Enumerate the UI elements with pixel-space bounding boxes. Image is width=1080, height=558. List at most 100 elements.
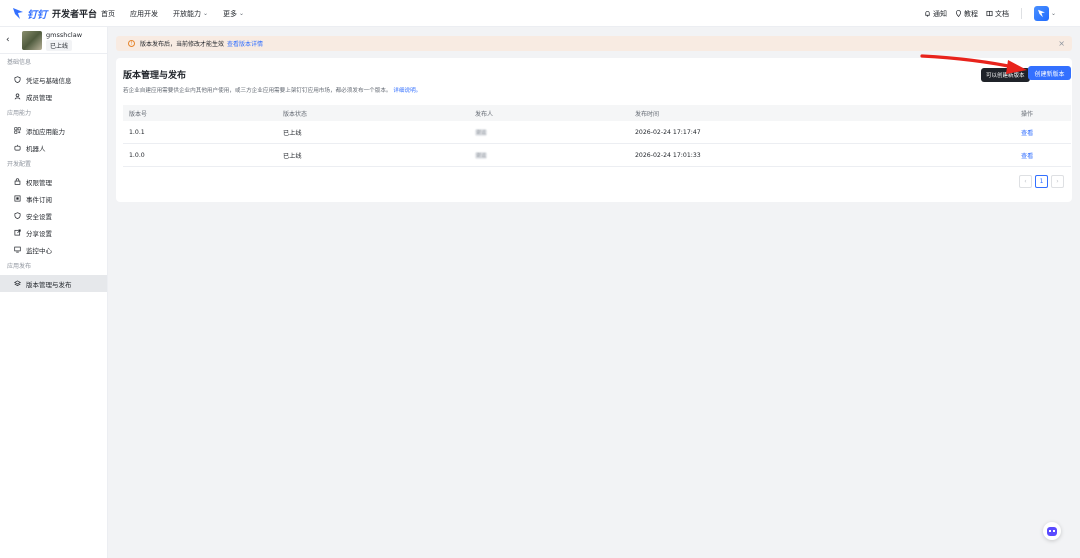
back-arrow-icon[interactable]: ‹ [6, 35, 10, 45]
avatar [1033, 6, 1049, 21]
monitor-icon [14, 246, 21, 253]
column-header-status: 版本状态 [283, 110, 308, 118]
page-1-button[interactable]: 1 [1035, 175, 1048, 188]
share-icon [14, 229, 21, 236]
sidebar-item-share[interactable]: 分享设置 [0, 224, 107, 241]
platform-title: 开发者平台 [52, 9, 98, 20]
app-status-badge: 已上线 [46, 40, 73, 51]
sidebar-item-permissions[interactable]: 权限管理 [0, 173, 107, 190]
info-alert: ! 版本发布后，当前修改才能生效 查看版本详情 × [116, 36, 1072, 51]
close-icon[interactable]: × [1058, 39, 1065, 48]
view-link[interactable]: 查看 [1021, 151, 1071, 160]
main-nav: 首页 应用开发 开放能力 ⌄ 更多 ⌄ [101, 0, 244, 27]
sidebar-item-label: 事件订阅 [26, 195, 52, 204]
notify-button[interactable]: 通知 [924, 9, 947, 19]
robot-icon [14, 144, 21, 151]
sidebar-item-events[interactable]: 事件订阅 [0, 190, 107, 207]
sidebar-item-robot[interactable]: 机器人 [0, 139, 107, 156]
view-link[interactable]: 查看 [1021, 128, 1071, 137]
pagination: ‹ 1 › [1019, 175, 1064, 188]
dingtalk-avatar-icon [1038, 9, 1045, 18]
version-cell: 1.0.0 [129, 151, 145, 159]
column-header-time: 发布时间 [635, 110, 660, 118]
layers-icon [14, 280, 21, 287]
docs-button[interactable]: 文档 [986, 9, 1009, 19]
lock-icon [14, 178, 21, 185]
page-description: 若企业自建应用需要供企业内其他用户使用，或三方企业应用需要上架钉钉应用市场，都必… [123, 86, 421, 94]
docs-label: 文档 [994, 9, 1009, 18]
bell-icon [925, 11, 930, 17]
chevron-down-icon: ⌄ [239, 10, 245, 17]
publisher-cell: 谢运 [475, 128, 635, 136]
table-row: 1.0.0 已上线 谢运 2026-02-24 17:01:33 查看 [123, 144, 1071, 167]
time-cell: 2026-02-24 17:17:47 [635, 128, 701, 136]
nav-home-label: 首页 [101, 9, 115, 18]
sidebar: ‹ gmsshclaw 已上线 基础信息 凭证与基础信息 成员管理 应用能力 添… [0, 27, 108, 558]
brand-name: 钉钉 [27, 9, 47, 21]
top-nav: 钉钉 开发者平台 首页 应用开发 开放能力 ⌄ 更多 ⌄ 通知 教程 文档 ⌄ [0, 0, 1080, 27]
nav-divider [1020, 8, 1022, 19]
page-title: 版本管理与发布 [123, 71, 187, 81]
next-page-button[interactable]: › [1051, 175, 1064, 188]
assistant-fab-button[interactable] [1043, 522, 1061, 540]
dingtalk-logo[interactable]: 钉钉 开发者平台 [12, 5, 97, 21]
chevron-down-icon: ⌄ [1050, 10, 1056, 17]
sidebar-item-label: 成员管理 [26, 93, 52, 102]
sidebar-item-label: 机器人 [26, 144, 46, 153]
description-text: 若企业自建应用需要供企业内其他用户使用，或三方企业应用需要上架钉钉应用市场，都必… [123, 88, 392, 94]
publisher-cell: 谢运 [475, 151, 635, 159]
tutorial-label: 教程 [963, 9, 978, 18]
status-cell: 已上线 [283, 129, 302, 137]
app-thumbnail [22, 31, 42, 50]
create-version-button[interactable]: 创建新版本 [1028, 66, 1071, 80]
publisher-name: 谢运 [475, 128, 488, 136]
table-row: 1.0.1 已上线 谢运 2026-02-24 17:17:47 查看 [123, 121, 1071, 144]
nav-app-dev-label: 应用开发 [130, 9, 158, 18]
nav-home[interactable]: 首页 [101, 9, 115, 19]
shield-icon [14, 212, 21, 219]
nav-more[interactable]: 更多 ⌄ [223, 9, 244, 19]
user-menu[interactable]: ⌄ [1033, 6, 1056, 21]
sidebar-item-label: 安全设置 [26, 212, 52, 221]
warning-icon: ! [128, 40, 135, 47]
view-link-label[interactable]: 查看 [1021, 153, 1033, 160]
sidebar-item-members[interactable]: 成员管理 [0, 88, 107, 105]
notify-label: 通知 [932, 9, 947, 18]
column-header-action: 操作 [1021, 110, 1034, 118]
grid-plus-icon [14, 127, 21, 134]
chevron-down-icon: ⌄ [203, 10, 209, 17]
event-box-icon [14, 195, 21, 202]
sidebar-group-basic: 基础信息 [7, 59, 32, 66]
sidebar-item-add-capability[interactable]: 添加应用能力 [0, 122, 107, 139]
sidebar-group-dev-config: 开发配置 [7, 161, 32, 168]
chat-bot-icon [1047, 526, 1057, 536]
prev-page-button[interactable]: ‹ [1019, 175, 1032, 188]
sidebar-group-release: 应用发布 [7, 263, 32, 270]
sidebar-item-security[interactable]: 安全设置 [0, 207, 107, 224]
version-cell: 1.0.1 [129, 128, 145, 136]
nav-more-label: 更多 [223, 9, 238, 18]
nav-open-capability[interactable]: 开放能力 ⌄ [173, 9, 208, 19]
sidebar-item-label: 凭证与基础信息 [26, 76, 72, 85]
version-table: 版本号 版本状态 发布人 发布时间 操作 1.0.1 已上线 谢运 2026-0… [123, 105, 1071, 167]
tutorial-button[interactable]: 教程 [955, 9, 978, 19]
sidebar-item-versions[interactable]: 版本管理与发布 [0, 275, 107, 292]
sidebar-item-credentials[interactable]: 凭证与基础信息 [0, 71, 107, 88]
view-link-label[interactable]: 查看 [1021, 130, 1033, 137]
table-header: 版本号 版本状态 发布人 发布时间 操作 [123, 105, 1071, 121]
publisher-name: 谢运 [475, 151, 488, 159]
sidebar-item-label: 分享设置 [26, 229, 52, 238]
annotation-arrow [920, 54, 1027, 74]
column-header-version: 版本号 [129, 110, 148, 118]
dingtalk-logo-icon [13, 7, 23, 19]
alert-link[interactable]: 查看版本详情 [227, 39, 263, 48]
column-header-publisher: 发布人 [475, 110, 494, 118]
nav-right: 通知 教程 文档 ⌄ [924, 0, 1056, 27]
nav-app-dev[interactable]: 应用开发 [130, 9, 158, 19]
sidebar-item-label: 添加应用能力 [26, 127, 65, 136]
location-pin-icon [955, 10, 962, 17]
details-link[interactable]: 详细说明。 [393, 88, 421, 94]
status-cell: 已上线 [283, 152, 302, 160]
sidebar-group-capability: 应用能力 [7, 110, 32, 117]
sidebar-item-monitor[interactable]: 监控中心 [0, 241, 107, 258]
